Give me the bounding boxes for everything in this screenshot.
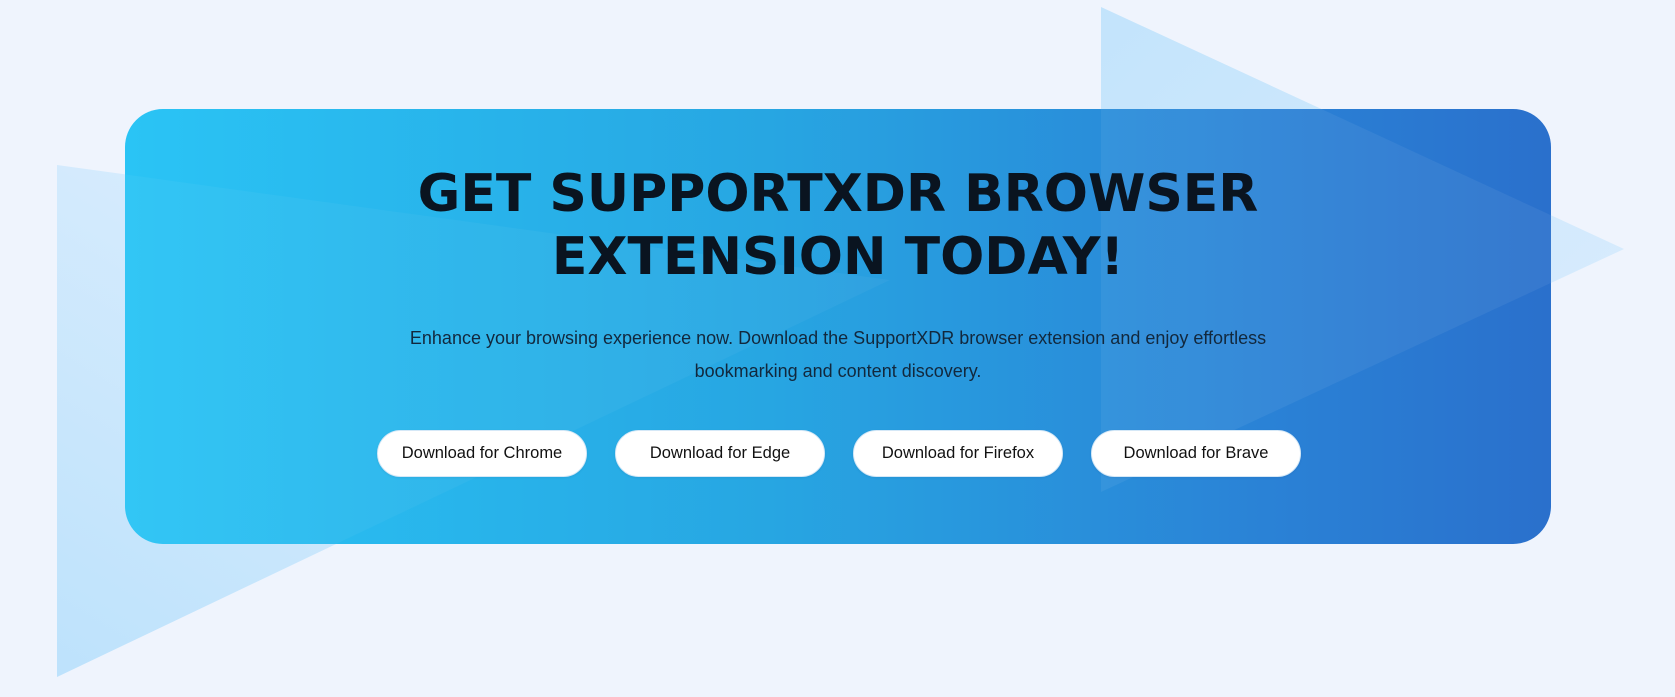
cta-description-line-2: bookmarking and content discovery. bbox=[694, 361, 982, 381]
cta-heading: GET SUPPORTXDR BROWSER EXTENSION TODAY! bbox=[125, 163, 1551, 289]
cta-description-line-1: Enhance your browsing experience now. Do… bbox=[409, 328, 1267, 348]
download-edge-button[interactable]: Download for Edge bbox=[615, 430, 825, 477]
download-chrome-button[interactable]: Download for Chrome bbox=[377, 430, 587, 477]
download-buttons: Download for Chrome Download for Edge Do… bbox=[377, 430, 1301, 477]
download-brave-button[interactable]: Download for Brave bbox=[1091, 430, 1301, 477]
cta-content: GET SUPPORTXDR BROWSER EXTENSION TODAY! … bbox=[125, 109, 1551, 544]
cta-description: Enhance your browsing experience now. Do… bbox=[388, 322, 1288, 388]
cta-heading-line-2: EXTENSION TODAY! bbox=[551, 227, 1125, 287]
cta-card: GET SUPPORTXDR BROWSER EXTENSION TODAY! … bbox=[125, 109, 1551, 544]
download-firefox-button[interactable]: Download for Firefox bbox=[853, 430, 1063, 477]
cta-heading-line-1: GET SUPPORTXDR BROWSER bbox=[417, 164, 1259, 224]
